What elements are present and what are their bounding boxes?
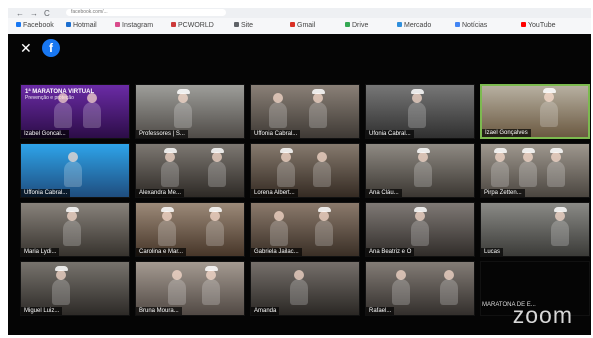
bookmark-drive[interactable]: Drive: [345, 22, 368, 29]
participant-tile[interactable]: Uffonia Cabral...: [20, 143, 130, 198]
participant-tile[interactable]: Lucas: [480, 202, 590, 257]
reload-icon[interactable]: C: [44, 9, 50, 18]
participant-name: Izael Gonçalves: [482, 129, 531, 137]
participant-figure: [491, 148, 509, 187]
participant-figure: [208, 148, 226, 187]
bookmark-pcworld[interactable]: PCWORLD: [171, 22, 214, 29]
participant-name: Izabel Goncal...: [21, 130, 69, 138]
bookmark-mercado[interactable]: Mercado: [397, 22, 431, 29]
participant-figure: [551, 207, 569, 246]
close-icon[interactable]: ✕: [20, 40, 32, 57]
participant-name: Carolina e Mar...: [136, 248, 187, 256]
participant-tile[interactable]: Amanda: [250, 261, 360, 316]
participant-name: Lorena Albert...: [251, 189, 298, 197]
participant-tile[interactable]: Carolina e Mar...: [135, 202, 245, 257]
participant-name: Uffonia Cabral...: [21, 189, 71, 197]
participant-figure: [411, 207, 429, 246]
participant-tile[interactable]: Miguel Luiz...: [20, 261, 130, 316]
bookmark-facebook[interactable]: Facebook: [16, 22, 54, 29]
participant-name: Ana Beatriz e O: [366, 248, 415, 256]
participant-tile[interactable]: Pirpa Zetten...: [480, 143, 590, 198]
participant-figure: [206, 207, 224, 246]
participant-figure: [414, 148, 432, 187]
participant-figure: [540, 88, 558, 127]
participant-tile[interactable]: 1ª MARATONA VIRTUAL Prevenção e proteção…: [20, 84, 130, 139]
facebook-icon[interactable]: f: [42, 39, 60, 57]
forward-icon[interactable]: →: [30, 9, 38, 18]
participant-figure: [408, 89, 426, 128]
participant-figure: [392, 270, 410, 305]
participant-figure: [309, 89, 327, 128]
participant-figure: [270, 211, 288, 246]
bookmark-site[interactable]: Site: [234, 22, 253, 29]
participant-name: Amanda: [251, 307, 280, 315]
bookmark-noticias[interactable]: Notícias: [455, 22, 487, 29]
participant-figure: [440, 270, 458, 305]
participant-tile-active[interactable]: Izael Gonçalves: [480, 84, 590, 139]
zoom-logo: zoom: [512, 302, 573, 328]
participant-tile[interactable]: Maria Lydi...: [20, 202, 130, 257]
bookmarks-bar: Facebook Hotmail Instagram PCWORLD Site …: [8, 18, 591, 35]
bookmark-youtube[interactable]: YouTube: [521, 22, 556, 29]
participant-name: Uffonia Cabral...: [251, 130, 301, 138]
participant-figure: [161, 148, 179, 187]
participant-name: Rafael...: [366, 307, 395, 315]
participant-name: Ufonia Cabral...: [366, 130, 414, 138]
participant-figure: [315, 207, 333, 246]
back-icon[interactable]: ←: [16, 9, 24, 18]
participant-tile[interactable]: Gabriela Jailac...: [250, 202, 360, 257]
participant-name: Ana Cláu...: [366, 189, 402, 197]
bookmark-hotmail[interactable]: Hotmail: [66, 22, 97, 29]
participant-name: Alexandra Me...: [136, 189, 185, 197]
presenter-figure: [83, 93, 101, 128]
navigation-controls: ← → C: [16, 9, 50, 18]
bookmark-gmail[interactable]: Gmail: [290, 22, 315, 29]
participant-figure: [52, 266, 70, 305]
participant-figure: [547, 148, 565, 187]
browser-toolbar: ← → C facebook.com/...: [8, 8, 591, 18]
participant-name: Miguel Luiz...: [21, 307, 63, 315]
participant-figure: [290, 270, 308, 305]
participant-tile[interactable]: Bruna Moura...: [135, 261, 245, 316]
participant-tile[interactable]: Ana Beatriz e O: [365, 202, 475, 257]
participant-name: Professores | S...: [136, 130, 188, 138]
participant-figure: [269, 93, 287, 128]
participant-grid: 1ª MARATONA VIRTUAL Prevenção e proteção…: [20, 84, 590, 316]
participant-name: Bruna Moura...: [136, 307, 182, 315]
participant-figure: [519, 148, 537, 187]
participant-figure: [277, 148, 295, 187]
participant-figure: [63, 207, 81, 246]
address-bar[interactable]: facebook.com/...: [66, 9, 226, 16]
participant-figure: [202, 266, 220, 305]
participant-name: Gabriela Jailac...: [251, 248, 302, 256]
participant-figure: [313, 152, 331, 187]
participant-tile[interactable]: Uffonia Cabral...: [250, 84, 360, 139]
participant-tile[interactable]: Ana Cláu...: [365, 143, 475, 198]
participant-tile[interactable]: Alexandra Me...: [135, 143, 245, 198]
participant-figure: [64, 152, 82, 187]
participant-tile[interactable]: Professores | S...: [135, 84, 245, 139]
participant-figure: [168, 270, 186, 305]
video-stage: ✕ f 1ª MARATONA VIRTUAL Prevenção e prot…: [8, 34, 591, 335]
address-text: facebook.com/...: [71, 9, 108, 15]
participant-figure: [158, 207, 176, 246]
presenter-figure: [54, 93, 72, 128]
participant-tile[interactable]: Ufonia Cabral...: [365, 84, 475, 139]
participant-figure: [174, 89, 192, 128]
participant-tile[interactable]: Rafael...: [365, 261, 475, 316]
participant-name: Maria Lydi...: [21, 248, 60, 256]
participant-tile[interactable]: Lorena Albert...: [250, 143, 360, 198]
participant-name: Lucas: [481, 248, 504, 256]
bookmark-instagram[interactable]: Instagram: [115, 22, 153, 29]
participant-name: Pirpa Zetten...: [481, 189, 525, 197]
